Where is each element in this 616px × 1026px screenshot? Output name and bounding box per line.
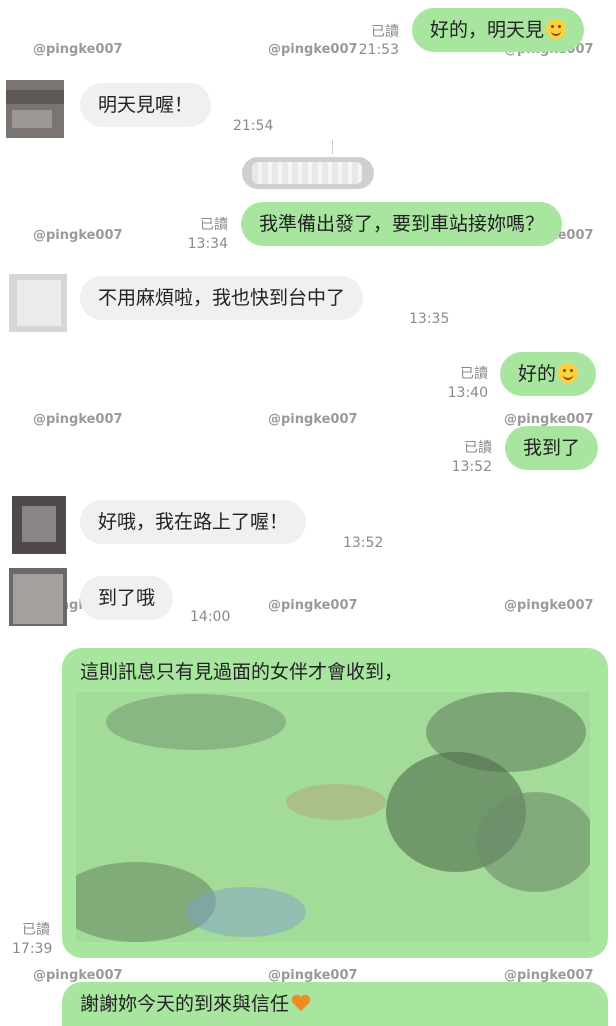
orange-heart-emoji-icon [291,993,311,1013]
message-bubble-outgoing[interactable]: 我到了 [505,426,599,470]
message-text: 到了哦 [98,587,156,609]
hidden-message-bubble[interactable] [242,157,374,189]
message-text: 明天見喔！ [98,94,194,116]
watermark: @pingke007 [33,228,123,243]
message-text: 好的，明天見 [430,19,545,41]
watermark: @pingke007 [268,968,358,983]
message-bubble-outgoing[interactable]: 好的 [500,352,597,396]
message-bubble-incoming[interactable]: 不用麻煩啦，我也快到台中了 [80,276,364,320]
message-time: 17:39 [12,941,53,957]
watermark: @pingke007 [33,412,123,427]
read-status: 已讀 [200,217,228,233]
message-bubble-incoming[interactable]: 好哦，我在路上了喔！ [80,500,307,544]
read-status: 已讀 [464,440,492,456]
message-bubble-outgoing[interactable]: 謝謝妳今天的到來與信任 [62,982,608,1026]
watermark: @pingke007 [504,968,594,983]
watermark: @pingke007 [33,968,123,983]
message-bubble-outgoing[interactable]: 我準備出發了，要到車站接妳嗎？ [241,202,563,246]
message-text: 我到了 [523,437,581,459]
message-bubble-incoming[interactable]: 明天見喔！ [80,83,212,127]
message-time: 13:52 [451,459,492,475]
message-text: 不用麻煩啦，我也快到台中了 [98,287,346,309]
blurred-photo[interactable] [76,692,590,942]
read-status: 已讀 [460,366,488,382]
smile-emoji-icon [546,19,567,39]
message-time: 13:35 [409,311,450,327]
message-time: 21:54 [233,118,274,134]
message-text: 我準備出發了，要到車站接妳嗎？ [259,213,545,235]
watermark: @pingke007 [268,598,358,613]
read-status: 已讀 [371,24,399,40]
message-text: 謝謝妳今天的到來與信任 [80,993,290,1015]
read-status: 已讀 [22,922,50,938]
message-bubble-outgoing[interactable]: 好的，明天見 [412,8,585,52]
message-time: 13:40 [447,385,488,401]
contact-avatar[interactable] [12,496,70,554]
message-time: 21:53 [358,42,399,58]
message-text: 好的 [518,363,557,385]
message-text: 好哦，我在路上了喔！ [98,511,289,533]
contact-avatar[interactable] [9,568,67,626]
message-text: 這則訊息只有見過面的女伴才會收到， [80,661,404,683]
divider [332,140,333,154]
watermark: @pingke007 [504,412,594,427]
smile-emoji-icon [558,363,579,383]
contact-avatar[interactable] [9,274,67,332]
watermark: @pingke007 [268,412,358,427]
message-time: 13:52 [343,535,384,551]
message-bubble-incoming[interactable]: 到了哦 [80,576,174,620]
contact-avatar[interactable] [6,80,64,138]
message-time: 14:00 [190,609,231,625]
chat-view[interactable]: @pingke007 @pingke007 @pingke007 @pingke… [0,0,616,1026]
message-time: 13:34 [187,236,228,252]
message-bubble-outgoing-image[interactable]: 這則訊息只有見過面的女伴才會收到， [62,648,608,958]
watermark: @pingke007 [504,598,594,613]
watermark: @pingke007 [268,42,358,57]
watermark: @pingke007 [33,42,123,57]
